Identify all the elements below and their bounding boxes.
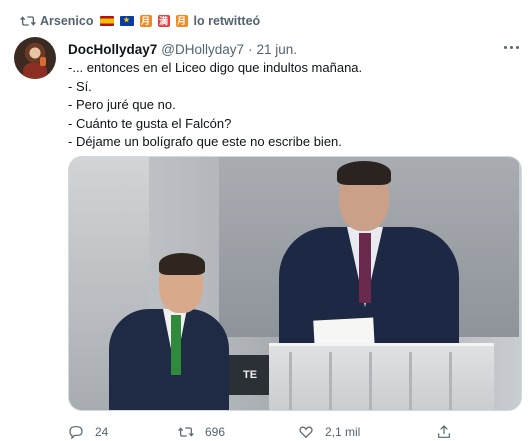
kanji-emoji-moon: 月 <box>139 15 152 27</box>
kanji-emoji-full: 満 <box>157 15 170 27</box>
tweet-line: -... entonces en el Liceo digo que indul… <box>68 60 363 75</box>
kanji-emoji-moon-2: 月 <box>175 15 188 27</box>
eu-flag-icon: ★ <box>119 16 134 26</box>
retweeter-name[interactable]: Arsenico <box>40 14 94 28</box>
spain-flag-icon <box>99 16 114 26</box>
retweet-icon <box>20 16 36 26</box>
handle[interactable]: @DHollyday7 <box>161 42 244 57</box>
tweet-text: -... entonces en el Liceo digo que indul… <box>68 59 518 152</box>
person-left <box>109 253 229 410</box>
tweet-line: - Sí. <box>68 78 92 94</box>
tweet-actions: 24 696 2,1 mil <box>68 423 522 441</box>
lectern <box>269 343 494 410</box>
retweet-suffix: lo retwitteó <box>193 14 261 28</box>
tweet-line: - Pero juré que no. <box>68 97 176 112</box>
tweet-header: DocHollyday7 @DHollyday7 · 21 jun. <box>68 40 297 58</box>
like-count: 2,1 mil <box>325 425 361 439</box>
display-name[interactable]: DocHollyday7 <box>68 42 157 57</box>
retweet-context: Arsenico ★ 月 満 月 lo retwitteó <box>20 13 261 29</box>
tweet-line: - Cuánto te gusta el Falcón? <box>68 115 232 131</box>
tweet-photo[interactable]: TE <box>68 156 522 411</box>
tweet-line: - Déjame un bolígrafo que este no escrib… <box>68 134 342 149</box>
retweet-count: 696 <box>205 425 226 439</box>
separator: · <box>248 41 253 57</box>
more-options-icon[interactable] <box>504 42 522 52</box>
tweet-date[interactable]: 21 jun. <box>257 42 298 57</box>
avatar[interactable] <box>14 37 56 79</box>
reply-count: 24 <box>95 425 109 439</box>
